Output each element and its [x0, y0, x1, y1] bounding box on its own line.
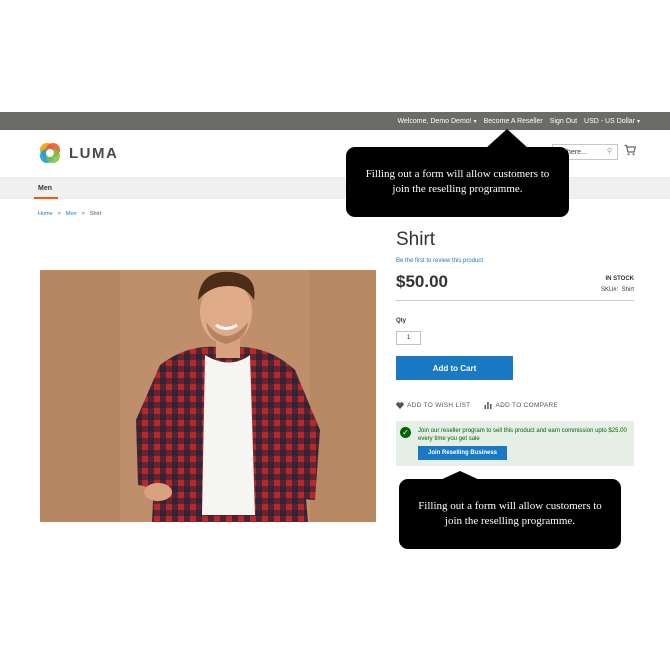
sku: SKU#: Shirt	[580, 287, 634, 293]
cart-icon[interactable]	[624, 144, 636, 156]
product-title: Shirt	[396, 229, 436, 250]
sign-out-link[interactable]: Sign Out	[550, 118, 577, 125]
callout-pointer	[485, 129, 529, 149]
breadcrumb-current: Shirt	[89, 211, 102, 217]
product-photo	[40, 270, 376, 522]
search-icon[interactable]: ⚲	[607, 147, 612, 155]
divider	[396, 300, 634, 301]
review-link[interactable]: Be the first to review this product	[396, 258, 483, 264]
breadcrumb-men[interactable]: Men	[66, 211, 77, 217]
callout-join-button: Filling out a form will allow customers …	[399, 479, 621, 549]
main-nav	[0, 177, 670, 199]
stock-status: IN STOCK	[605, 276, 634, 282]
breadcrumb: Home > Men > Shirt	[38, 211, 101, 217]
currency-switcher[interactable]: USD - US Dollar ▾	[584, 118, 640, 125]
chevron-down-icon: ▾	[473, 118, 477, 125]
logo-text: LUMA	[69, 144, 119, 162]
join-reselling-button[interactable]: Join Reselling Business	[418, 446, 507, 460]
sku-value: Shirt	[621, 287, 634, 293]
callout-reseller-link: Filling out a form will allow customers …	[346, 147, 569, 217]
breadcrumb-home[interactable]: Home	[38, 211, 53, 217]
add-to-wishlist-link[interactable]: ADD TO WISH LIST	[396, 402, 470, 409]
chevron-down-icon: ▾	[636, 118, 640, 125]
qty-input[interactable]: 1	[396, 331, 421, 345]
welcome-menu[interactable]: Welcome, Demo Demo! ▾	[397, 118, 476, 125]
luma-logo-icon	[40, 143, 60, 163]
product-actions: ADD TO WISH LIST ADD TO COMPARE	[396, 402, 558, 409]
top-bar-links: Welcome, Demo Demo! ▾ Become A Reseller S…	[397, 112, 640, 130]
currency-label: USD - US Dollar	[584, 117, 635, 125]
breadcrumb-separator: >	[57, 211, 61, 217]
qty-label: Qty	[396, 318, 407, 324]
search-placeholder: here...	[567, 148, 587, 156]
product-price: $50.00	[396, 272, 448, 291]
sku-label: SKU#:	[600, 287, 619, 293]
compare-icon	[484, 402, 492, 409]
wishlist-label: ADD TO WISH LIST	[407, 402, 471, 409]
reseller-message: Join our reseller program to sell this p…	[418, 428, 627, 442]
check-icon: ✓	[400, 427, 411, 438]
add-to-cart-button[interactable]: Add to Cart	[396, 356, 513, 380]
add-to-compare-link[interactable]: ADD TO COMPARE	[484, 402, 558, 409]
nav-item-men[interactable]: Men	[38, 177, 52, 199]
product-image[interactable]	[40, 270, 376, 522]
welcome-text: Welcome, Demo Demo!	[397, 117, 472, 125]
breadcrumb-separator: >	[81, 211, 85, 217]
compare-label: ADD TO COMPARE	[495, 402, 559, 409]
heart-icon	[396, 402, 404, 409]
nav-active-indicator	[34, 197, 58, 199]
store-logo[interactable]: LUMA	[38, 141, 118, 165]
become-reseller-link[interactable]: Become A Reseller	[484, 118, 543, 125]
